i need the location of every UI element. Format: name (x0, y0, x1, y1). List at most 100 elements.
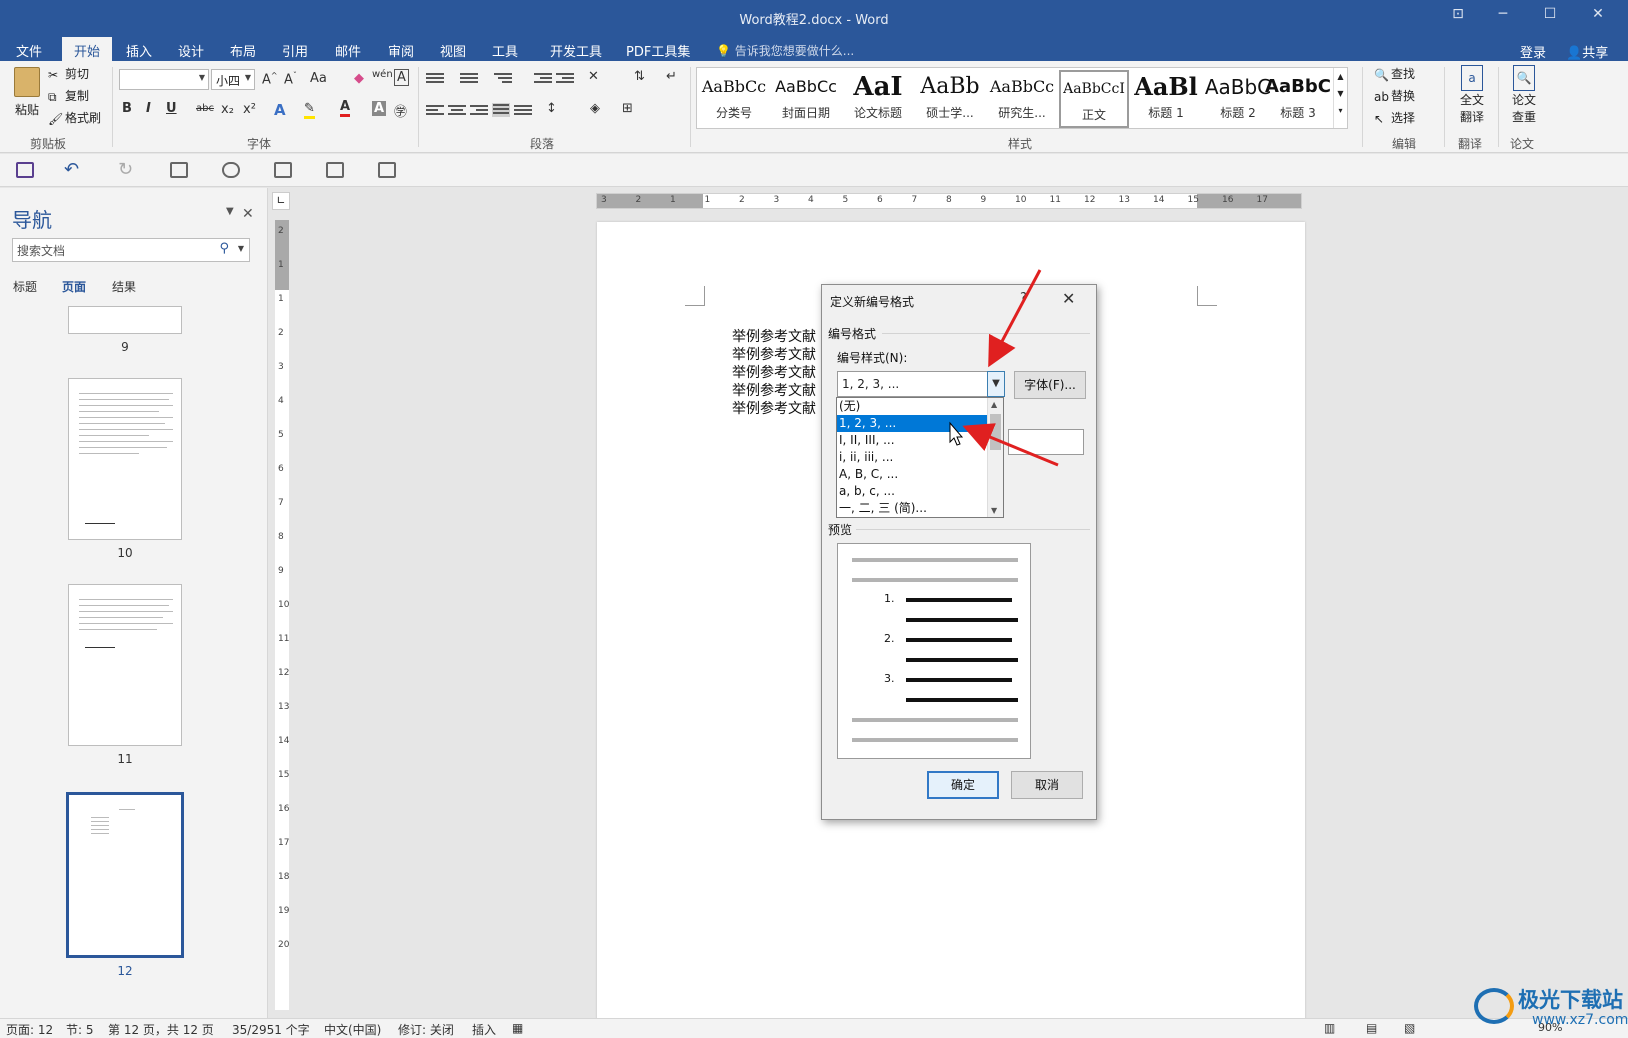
document-line[interactable]: 举例参考文献 (732, 362, 816, 382)
login-button[interactable]: 登录 (1520, 42, 1546, 61)
scrollbar-thumb[interactable] (990, 414, 1001, 450)
format-painter-button[interactable]: 🖌 格式刷 (48, 109, 101, 126)
subscript-button[interactable]: x₂ (221, 102, 234, 117)
borders-icon[interactable]: ⊞ (622, 101, 633, 116)
strikethrough-button[interactable]: abc (196, 103, 214, 114)
status-words[interactable]: 35/2951 个字 (232, 1021, 310, 1038)
grow-font-icon[interactable]: A^ (262, 71, 278, 87)
line-spacing-icon[interactable]: ↕ (546, 101, 557, 116)
chevron-down-icon[interactable]: ▼ (226, 206, 234, 217)
char-shading-icon[interactable]: A (372, 101, 387, 116)
paste-button[interactable]: 粘贴 (10, 67, 44, 127)
italic-button[interactable]: I (146, 101, 151, 116)
style-item[interactable]: AaI 论文标题 (843, 70, 913, 128)
cancel-button[interactable]: 取消 (1011, 771, 1083, 799)
page-thumbnail[interactable] (68, 584, 182, 746)
share-button[interactable]: 👤共享 (1566, 42, 1608, 61)
align-center-icon[interactable] (448, 105, 466, 119)
dropdown-option[interactable]: i, ii, iii, ... (837, 449, 987, 466)
tab-mailings[interactable]: 邮件 (323, 37, 373, 61)
tab-layout[interactable]: 布局 (218, 37, 268, 61)
dropdown-scrollbar[interactable]: ▲ ▼ (987, 398, 1003, 517)
number-style-select[interactable]: 1, 2, 3, ... (837, 371, 1003, 397)
nav-search-input[interactable]: 搜索文档 ⚲ ▼ (12, 238, 250, 262)
search-icon[interactable]: ⚲ (219, 241, 229, 256)
superscript-button[interactable]: x² (243, 102, 256, 117)
font-name-combo[interactable]: ▼ (119, 69, 209, 90)
highlight-icon[interactable]: ✎ (304, 101, 315, 119)
dropdown-option[interactable]: I, II, III, ... (837, 432, 987, 449)
touch-mode-icon[interactable] (326, 162, 344, 178)
maximize-icon[interactable]: ☐ (1538, 6, 1562, 26)
globe-icon[interactable] (222, 162, 240, 178)
page-thumbnail[interactable] (68, 378, 182, 540)
nav-tab-headings[interactable]: 标题 (13, 278, 37, 295)
cut-button[interactable]: ✂ 剪切 (48, 65, 89, 82)
tab-selector[interactable]: ∟ (272, 192, 290, 210)
ok-button[interactable]: 确定 (927, 771, 999, 799)
dropdown-option-highlighted[interactable]: 1, 2, 3, ... (837, 415, 987, 432)
bullets-icon[interactable] (426, 73, 444, 87)
document-line[interactable]: 举例参考文献 (732, 380, 816, 400)
print-layout-icon[interactable]: ▤ (1366, 1021, 1377, 1035)
style-item[interactable]: AaBbC 标题 3 (1263, 70, 1333, 128)
nav-tab-pages[interactable]: 页面 (62, 278, 86, 295)
font-button[interactable]: 字体(F)... (1014, 371, 1086, 399)
gallery-scrollbar[interactable]: ▲ ▼ ▾ (1333, 68, 1347, 128)
multilevel-list-icon[interactable] (494, 73, 512, 87)
tab-pdf-tools[interactable]: PDF工具集 (614, 37, 702, 61)
dropdown-option[interactable]: a, b, c, ... (837, 483, 987, 500)
enclose-char-icon[interactable]: ㊫ (394, 101, 407, 120)
shrink-font-icon[interactable]: Aˇ (284, 71, 297, 87)
tab-home[interactable]: 开始 (62, 37, 113, 61)
tab-file[interactable]: 文件 (4, 37, 54, 61)
document-line[interactable]: 举例参考文献 (732, 326, 816, 346)
replace-button[interactable]: ab 替换 (1374, 87, 1415, 104)
status-page-of[interactable]: 第 12 页，共 12 页 (108, 1021, 214, 1038)
char-border-button[interactable]: A (394, 69, 409, 86)
tell-me-box[interactable]: 💡 告诉我您想要做什么... (716, 42, 854, 59)
dropdown-option[interactable]: A, B, C, ... (837, 466, 987, 483)
document-line[interactable]: 举例参考文献 (732, 398, 816, 418)
redo-icon[interactable]: ↻ (118, 159, 133, 180)
style-item[interactable]: AaBl 标题 1 (1131, 70, 1201, 128)
restore-ribbon-icon[interactable]: ⊡ (1446, 6, 1470, 26)
chevron-down-icon[interactable]: ▼ (238, 244, 244, 253)
dropdown-option[interactable]: (无) (837, 398, 987, 415)
copy-button[interactable]: ⧉ 复制 (48, 87, 89, 104)
window-icon[interactable] (378, 162, 396, 178)
chevron-up-icon[interactable]: ▲ (1334, 72, 1347, 81)
chevron-down-icon[interactable]: ▼ (987, 371, 1005, 397)
style-item[interactable]: AaBbCc 分类号 (699, 70, 769, 128)
undo-icon[interactable]: ↶ (64, 159, 79, 180)
underline-button[interactable]: U (166, 101, 177, 116)
asian-layout-icon[interactable]: ✕ (588, 69, 599, 84)
align-right-icon[interactable] (470, 105, 488, 119)
document-line[interactable]: 举例参考文献 (732, 344, 816, 364)
change-case-button[interactable]: Aa (310, 71, 327, 86)
close-icon[interactable]: ✕ (1062, 289, 1075, 308)
status-page[interactable]: 页面: 12 (6, 1021, 53, 1038)
macro-record-icon[interactable]: ▦ (512, 1021, 523, 1035)
horizontal-ruler[interactable]: 3 2 1 1 2 3 4 5 6 7 8 9 10 11 12 13 14 15 16 17 (596, 193, 1302, 209)
show-marks-icon[interactable]: ↵ (666, 69, 677, 84)
close-icon[interactable]: ✕ (242, 206, 254, 222)
minimize-icon[interactable]: ─ (1491, 6, 1515, 26)
distributed-icon[interactable] (514, 105, 532, 119)
book-icon[interactable] (170, 162, 188, 178)
chevron-down-icon[interactable]: ▼ (991, 506, 997, 515)
more-icon[interactable]: ▾ (1334, 106, 1347, 115)
number-format-input[interactable] (1008, 429, 1084, 455)
style-item[interactable]: AaBb 硕士学... (915, 70, 985, 128)
font-color-icon[interactable]: A (340, 99, 351, 117)
tab-design[interactable]: 设计 (166, 37, 216, 61)
chevron-down-icon[interactable]: ▼ (1334, 89, 1347, 98)
status-track-changes[interactable]: 修订: 关闭 (398, 1021, 454, 1038)
find-button[interactable]: 🔍 查找 (1374, 65, 1415, 82)
save-icon[interactable] (16, 162, 34, 178)
help-icon[interactable]: ? (1020, 291, 1027, 306)
clear-format-icon[interactable]: ◆ (354, 71, 364, 86)
phonetic-guide-button[interactable]: wén (372, 69, 393, 80)
decrease-indent-icon[interactable] (534, 73, 552, 87)
tab-developer[interactable]: 开发工具 (538, 37, 614, 61)
